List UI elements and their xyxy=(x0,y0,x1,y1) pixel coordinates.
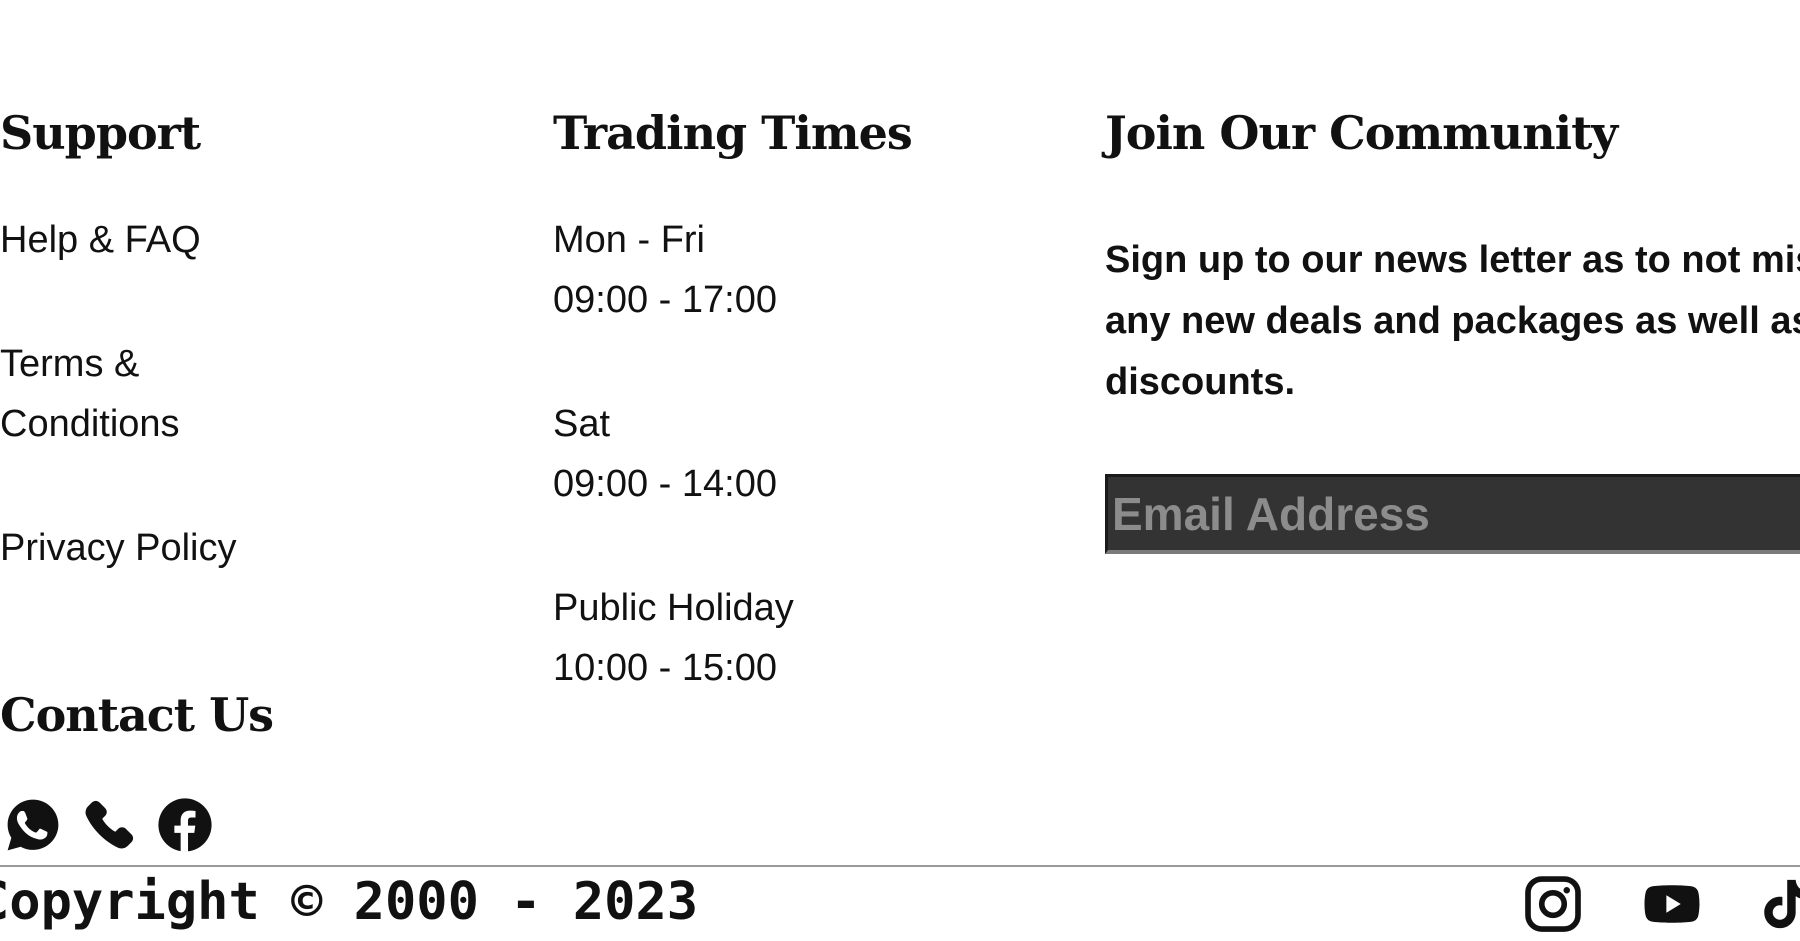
phone-icon[interactable] xyxy=(80,796,138,854)
privacy-policy-link[interactable]: Privacy Policy xyxy=(0,518,237,578)
newsletter-description: Sign up to our news letter as to not mis… xyxy=(1105,239,1800,403)
trading-hours: 09:00 - 14:00 xyxy=(553,463,777,505)
trading-day: Sat xyxy=(553,403,611,445)
trading-hours: 09:00 - 17:00 xyxy=(553,279,777,321)
footer-divider xyxy=(0,865,1800,867)
support-heading: Support xyxy=(0,106,201,160)
terms-conditions-link[interactable]: Terms & Conditions xyxy=(0,334,180,454)
trading-times-saturday: Sat 09:00 - 14:00 xyxy=(553,394,777,514)
trading-times-heading: Trading Times xyxy=(553,106,913,160)
facebook-icon[interactable] xyxy=(156,796,214,854)
whatsapp-icon[interactable] xyxy=(4,796,62,854)
youtube-icon[interactable] xyxy=(1641,874,1703,934)
contact-heading: Contact Us xyxy=(0,688,274,742)
join-community-heading: Join Our Community xyxy=(1105,106,1618,160)
contact-icons xyxy=(4,796,214,854)
help-faq-link[interactable]: Help & FAQ xyxy=(0,210,201,270)
trading-day: Mon - Fri xyxy=(553,219,705,261)
terms-link-line-1: Terms & xyxy=(0,343,140,385)
trading-times-weekdays: Mon - Fri 09:00 - 17:00 xyxy=(553,210,777,330)
trading-day: Public Holiday xyxy=(553,587,794,629)
email-address-input[interactable] xyxy=(1105,474,1800,554)
terms-link-line-2: Conditions xyxy=(0,403,180,445)
instagram-icon[interactable] xyxy=(1523,874,1583,934)
trading-times-public-holiday: Public Holiday 10:00 - 15:00 xyxy=(553,578,794,698)
tiktok-icon[interactable] xyxy=(1757,874,1800,934)
copyright-text: Copyright © 2000 - 2023 xyxy=(0,872,699,932)
social-icons xyxy=(1523,874,1800,934)
trading-hours: 10:00 - 15:00 xyxy=(553,647,777,689)
